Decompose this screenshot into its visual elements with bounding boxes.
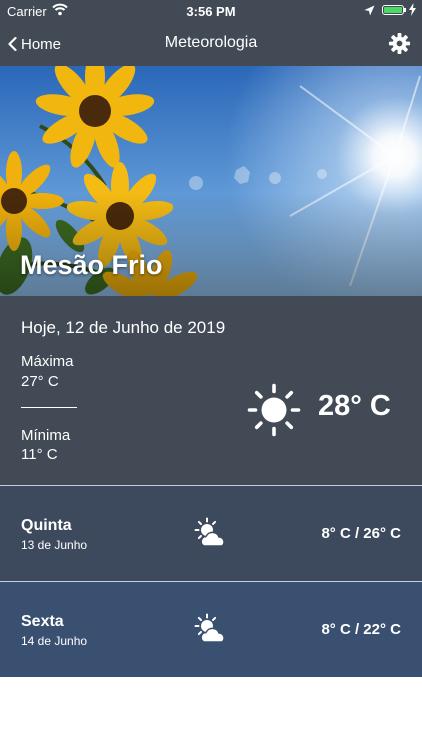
forecast-date: 13 de Junho: [21, 538, 88, 552]
forecast-date: 14 de Junho: [21, 634, 88, 648]
forecast-row[interactable]: Sexta 14 de Junho 8° C / 22° C: [0, 582, 422, 677]
today-date: Hoje, 12 de Junho de 2019: [21, 318, 226, 337]
forecast-day: Sexta: [21, 613, 64, 630]
min-temp-value: 11° C: [21, 446, 58, 463]
partly-cloudy-icon: [194, 517, 228, 556]
max-temp-value: 27° C: [21, 373, 59, 390]
today-weather-panel: Hoje, 12 de Junho de 2019 Máxima 27° C M…: [0, 296, 422, 485]
status-time: 3:56 PM: [186, 4, 236, 19]
weather-screen: Carrier 3:56 PM Home Meteorologia Mesão …: [0, 0, 422, 750]
divider: [21, 407, 77, 408]
forecast-temperatures: 8° C / 26° C: [321, 525, 401, 542]
battery-icon: [382, 5, 404, 15]
gear-icon[interactable]: [388, 32, 411, 60]
current-temperature: 28° C: [318, 390, 391, 422]
sun-icon: [247, 383, 301, 442]
partly-cloudy-icon: [194, 613, 228, 652]
max-temp-label: Máxima: [21, 353, 74, 370]
status-bar: Carrier 3:56 PM: [0, 0, 422, 22]
forecast-row[interactable]: Quinta 13 de Junho 8° C / 26° C: [0, 486, 422, 581]
page-title: Meteorologia: [164, 34, 258, 51]
charging-bolt-icon: [409, 3, 416, 19]
location-arrow-icon: [364, 4, 375, 19]
min-temp-label: Mínima: [21, 427, 71, 444]
forecast-day: Quinta: [21, 517, 72, 534]
navigation-bar: Home Meteorologia: [0, 22, 422, 66]
forecast-temperatures: 8° C / 22° C: [321, 621, 401, 638]
battery-tip: [404, 8, 406, 12]
city-hero-image: Mesão Frio: [0, 66, 422, 296]
city-name: Mesão Frio: [20, 250, 163, 280]
